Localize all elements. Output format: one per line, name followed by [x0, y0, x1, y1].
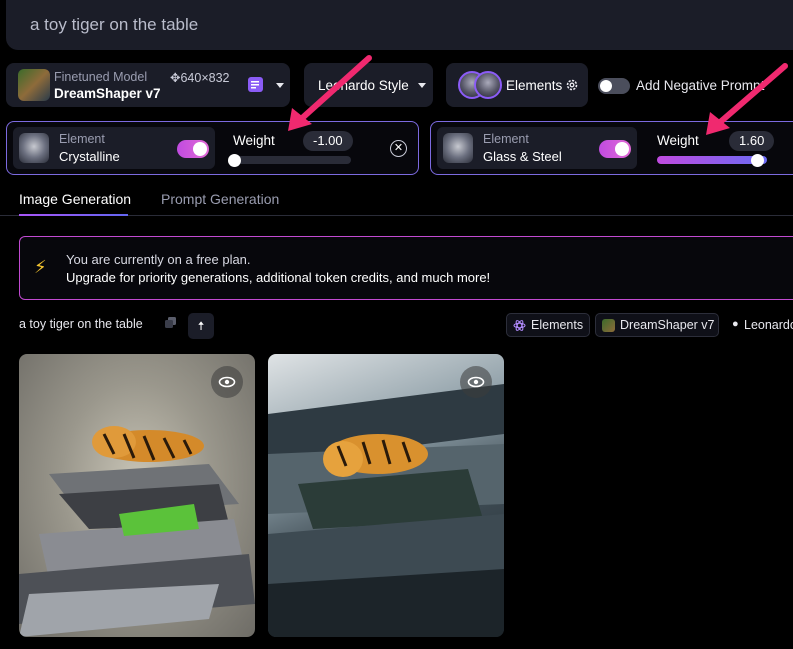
eye-icon[interactable] [211, 366, 243, 398]
atom-icon [513, 320, 526, 331]
tab-prompt-generation[interactable]: Prompt Generation [161, 191, 279, 207]
lightning-icon: ⚡ [34, 257, 47, 277]
banner-line2: Upgrade for priority generations, additi… [66, 270, 491, 285]
annotation-arrows [288, 55, 788, 135]
tag-model[interactable]: DreamShaper v7 [595, 313, 719, 337]
copy-icon[interactable] [164, 316, 177, 329]
drop-icon: ● [732, 318, 739, 330]
eye-icon[interactable] [460, 366, 492, 398]
tag-style[interactable]: ● Leonardo [724, 313, 793, 337]
reuse-prompt-button[interactable]: 🠅 [188, 313, 214, 339]
arrow-up-icon: 🠅 [197, 319, 205, 333]
model-icon [602, 319, 615, 332]
generated-image[interactable] [268, 354, 504, 637]
tag-label: Leonardo [744, 318, 793, 332]
tab-image-generation[interactable]: Image Generation [19, 191, 131, 207]
generated-image[interactable] [19, 354, 255, 637]
free-plan-banner[interactable]: ⚡ You are currently on a free plan. Upgr… [19, 236, 793, 300]
tag-label: DreamShaper v7 [620, 318, 715, 332]
tag-elements[interactable]: Elements [506, 313, 590, 337]
banner-line1: You are currently on a free plan. [66, 252, 251, 267]
active-tab-indicator [19, 214, 128, 216]
generation-prompt: a toy tiger on the table [19, 317, 143, 331]
tag-label: Elements [531, 318, 584, 332]
